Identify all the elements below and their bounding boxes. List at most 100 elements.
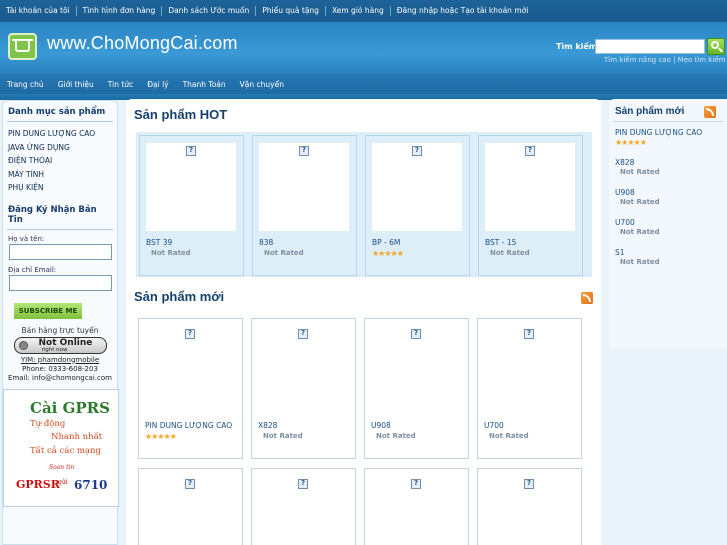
product-card[interactable] xyxy=(477,468,582,545)
view-cart-link[interactable]: Xem giỏ hàng xyxy=(326,6,391,16)
product-name[interactable]: PIN DUNG LƯỢNG CAO xyxy=(145,421,232,430)
category-item[interactable]: PIN DUNG LƯỢNG CAO xyxy=(3,127,117,141)
sidebar-product-link[interactable]: U908 xyxy=(615,188,635,197)
product-card[interactable]: PIN DUNG LƯỢNG CAO ★★★★★ xyxy=(138,318,243,459)
sidebar-product-link[interactable]: X828 xyxy=(615,158,634,167)
product-name[interactable]: U700 xyxy=(484,421,504,430)
product-image[interactable] xyxy=(259,143,349,231)
site-header: www.ChoMongCai.com Tìm kiếm Tìm kiếm nân… xyxy=(0,22,727,74)
product-card[interactable]: U908 Not Rated xyxy=(364,318,469,459)
sidebar-product-link[interactable]: PIN DUNG LƯỢNG CAO xyxy=(615,128,702,137)
product-image[interactable] xyxy=(258,326,348,414)
image-placeholder-icon xyxy=(298,329,308,339)
product-name[interactable]: BP - 6M xyxy=(372,238,400,247)
rss-icon[interactable] xyxy=(581,292,593,304)
email-text: Email: info@chomongcai.com xyxy=(8,373,112,382)
product-image[interactable] xyxy=(484,476,574,545)
product-image[interactable] xyxy=(258,476,348,545)
ad-line: Nhanh nhất xyxy=(51,432,103,442)
category-item[interactable]: PHỤ KIỆN xyxy=(3,181,117,195)
name-label: Họ và tên: xyxy=(8,234,45,243)
my-account-link[interactable]: Tài khoản của tôi xyxy=(6,6,77,16)
site-title[interactable]: www.ChoMongCai.com xyxy=(47,33,238,54)
product-image[interactable] xyxy=(371,476,461,545)
gift-voucher-link[interactable]: Phiếu quà tặng xyxy=(256,6,326,16)
wishlist-link[interactable]: Danh sách Ước muốn xyxy=(162,6,257,16)
product-image[interactable] xyxy=(484,326,574,414)
rss-icon[interactable] xyxy=(704,106,716,118)
image-placeholder-icon xyxy=(298,479,308,489)
product-image[interactable] xyxy=(146,143,236,231)
yahoo-status-button[interactable]: Not Online right now xyxy=(13,336,107,354)
category-item[interactable]: ĐIỆN THOẠI xyxy=(3,154,117,168)
product-card[interactable]: U700 Not Rated xyxy=(477,318,582,459)
nav-shipping[interactable]: Vận chuyển xyxy=(240,80,284,89)
product-name[interactable]: X828 xyxy=(258,421,277,430)
newsletter-title: Đăng Ký Nhận Bản Tin xyxy=(7,199,113,230)
image-placeholder-icon xyxy=(186,146,196,156)
product-card[interactable]: BST - 15 Not Rated xyxy=(478,135,583,276)
product-card[interactable]: X828 Not Rated xyxy=(251,318,356,459)
product-name[interactable]: BST 39 xyxy=(146,238,172,247)
image-placeholder-icon xyxy=(299,146,309,156)
left-sidebar: Danh mục sản phẩm PIN DUNG LƯỢNG CAO JAV… xyxy=(2,100,119,545)
nav-agents[interactable]: Đại lý xyxy=(147,80,168,89)
search-label: Tìm kiếm xyxy=(556,42,598,51)
top-account-bar: Tài khoản của tôi Tình hình đơn hàng Dan… xyxy=(0,0,727,22)
image-placeholder-icon xyxy=(412,146,422,156)
product-rating: Not Rated xyxy=(489,432,529,440)
subscribe-button[interactable]: SUBSCRIBE ME xyxy=(14,302,82,319)
search-button[interactable] xyxy=(707,38,725,55)
nav-home[interactable]: Trang chủ xyxy=(7,80,44,89)
nav-news[interactable]: Tin tức xyxy=(108,80,133,89)
image-placeholder-icon xyxy=(185,329,195,339)
name-field[interactable] xyxy=(9,243,112,260)
category-item[interactable]: MÁY TÍNH xyxy=(3,168,117,182)
product-card[interactable] xyxy=(251,468,356,545)
product-card[interactable] xyxy=(364,468,469,545)
rating-stars-icon: ★★★★★ xyxy=(615,138,647,147)
search-input[interactable] xyxy=(595,39,705,54)
product-name[interactable]: U908 xyxy=(371,421,391,430)
product-card[interactable]: BST 39 Not Rated xyxy=(139,135,244,276)
product-rating: Not Rated xyxy=(263,432,303,440)
advanced-search-links[interactable]: Tìm kiếm nâng cao | Mẹo tìm kiếm xyxy=(604,56,725,64)
online-status-sub: right now xyxy=(41,346,68,353)
product-card[interactable]: 838 Not Rated xyxy=(252,135,357,276)
product-card[interactable]: BP - 6M ★★★★★ xyxy=(365,135,470,276)
product-image[interactable] xyxy=(145,476,235,545)
order-status-link[interactable]: Tình hình đơn hàng xyxy=(77,6,163,16)
ad-line: Tự động xyxy=(30,419,66,429)
online-sales-label: Bán hàng trực tuyến xyxy=(21,325,99,335)
login-register-link[interactable]: Đăng nhập hoặc Tạo tài khoản mới xyxy=(391,6,535,16)
ad-line: GPRSR xyxy=(16,478,60,491)
ad-line: Tất cả các mạng xyxy=(30,446,101,456)
image-placeholder-icon xyxy=(525,146,535,156)
product-rating: Not Rated xyxy=(620,228,660,236)
sidebar-product-link[interactable]: U700 xyxy=(615,218,635,227)
product-image[interactable] xyxy=(485,143,575,231)
product-name[interactable]: 838 xyxy=(259,238,273,247)
shopping-cart-logo-icon[interactable] xyxy=(8,33,37,60)
product-card[interactable] xyxy=(138,468,243,545)
product-image[interactable] xyxy=(372,143,462,231)
category-item[interactable]: JAVA ỨNG DỤNG xyxy=(3,141,117,155)
nav-payment[interactable]: Thanh Toán xyxy=(183,80,226,89)
product-rating: Not Rated xyxy=(620,198,660,206)
product-image[interactable] xyxy=(145,326,235,414)
main-content: Sản phẩm HOT BST 39 Not Rated 838 Not Ra… xyxy=(126,99,601,545)
gprs-ad-banner[interactable]: Cài GPRS Tự động Nhanh nhất Tất cả các m… xyxy=(3,389,119,507)
product-rating: Not Rated xyxy=(151,249,191,257)
email-field[interactable] xyxy=(9,274,112,291)
main-nav: Trang chủ Giới thiệu Tin tức Đại lý Than… xyxy=(0,74,727,94)
product-image[interactable] xyxy=(371,326,461,414)
new-products-title: Sản phẩm mới xyxy=(134,289,225,304)
sidebar-product-link[interactable]: S1 xyxy=(615,248,625,257)
product-rating: Not Rated xyxy=(620,168,660,176)
image-placeholder-icon xyxy=(524,329,534,339)
product-name[interactable]: BST - 15 xyxy=(485,238,516,247)
nav-about[interactable]: Giới thiệu xyxy=(58,80,94,89)
yim-link[interactable]: YIM: phamdongmobile xyxy=(3,356,117,365)
rating-stars-icon: ★★★★★ xyxy=(145,432,177,441)
email-label: Địa chỉ Email: xyxy=(8,265,57,274)
